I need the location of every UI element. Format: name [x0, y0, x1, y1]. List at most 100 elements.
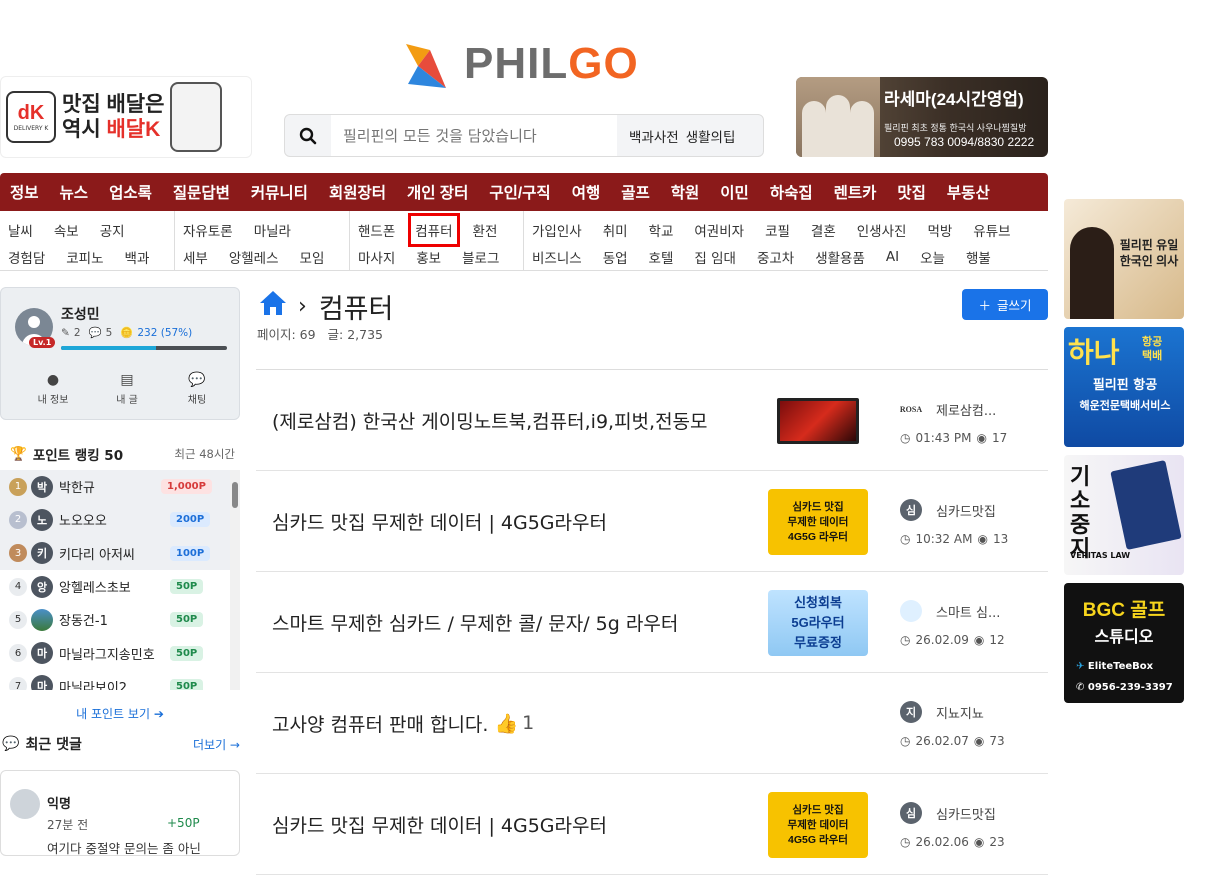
post-row[interactable]: 심카드 맛집 무제한 데이터 | 4G5G라우터 심카드 맛집 무제한 데이터 4G…	[256, 774, 1048, 875]
ranking-row[interactable]: 5 장동건-1 50P	[0, 603, 240, 636]
search-icon[interactable]	[285, 115, 331, 156]
ranking-row[interactable]: 6 마 마닐라그지송민호 50P	[0, 636, 240, 669]
menu-item[interactable]: 렌트카	[834, 181, 877, 203]
comment-card[interactable]: 익명 27분 전 +50P 여기다 중절약 문의는 좀 아닌	[0, 770, 240, 856]
sub-menu-item[interactable]: 여권비자	[694, 220, 744, 240]
post-thumbnail[interactable]: 심카드 맛집 무제한 데이터 4G5G 라우터	[768, 489, 868, 555]
menu-item[interactable]: 업소록	[109, 181, 152, 203]
sub-menu-item[interactable]: 동업	[603, 247, 628, 267]
sub-menu-item[interactable]: 자유토론	[183, 220, 233, 240]
post-title[interactable]: 스마트 무제한 심카드 / 무제한 콜/ 문자/ 5g 라우터	[272, 572, 678, 672]
ad-banner-veritas-law[interactable]: 기소중지 VERITAS LAW	[1064, 455, 1184, 575]
write-post-button[interactable]: ＋ 글쓰기	[962, 289, 1048, 320]
menu-item[interactable]: 뉴스	[60, 181, 89, 203]
quick-link-tips[interactable]: 생활의팁	[686, 126, 736, 146]
ranking-row[interactable]: 4 앙 앙헬레스초보 50P	[0, 570, 240, 603]
sub-menu-item[interactable]: 행불	[966, 247, 991, 267]
sub-menu-item[interactable]: 마사지	[358, 247, 395, 267]
post-author[interactable]: 심카드맛집	[936, 501, 996, 520]
ranking-row[interactable]: 7 마 마닐라보이2 50P	[0, 670, 240, 690]
sub-menu-item[interactable]: 앙헬레스	[229, 247, 279, 267]
menu-item[interactable]: 회원장터	[329, 181, 386, 203]
sub-menu-item[interactable]: 유튜브	[973, 220, 1010, 240]
menu-item[interactable]: 하숙집	[770, 181, 813, 203]
post-thumbnail[interactable]	[768, 388, 868, 454]
quick-link-encyclopedia[interactable]: 백과사전	[629, 126, 679, 146]
sub-menu-item[interactable]: 비즈니스	[532, 247, 582, 267]
post-title[interactable]: 심카드 맛집 무제한 데이터 | 4G5G라우터	[272, 471, 607, 571]
sub-menu-item[interactable]: 백과	[125, 247, 150, 267]
sub-menu-item[interactable]: 모임	[300, 247, 325, 267]
sub-menu-item[interactable]: 가입인사	[532, 220, 582, 240]
menu-item[interactable]: 이민	[720, 181, 749, 203]
ranking-scrollbar[interactable]	[230, 470, 240, 690]
post-author[interactable]: 심카드맛집	[936, 804, 996, 823]
sub-menu-item[interactable]: 날씨	[8, 220, 33, 240]
sub-menu-item[interactable]: 오늘	[920, 247, 945, 267]
sub-menu-item[interactable]: 취미	[603, 220, 628, 240]
ad-banner-delivery-k[interactable]: dK DELIVERY K 맛집 배달은 역시 배달K	[0, 76, 252, 158]
sub-menu-item[interactable]: 마닐라	[254, 220, 291, 240]
post-row[interactable]: (제로삼컴) 한국산 게이밍노트북,컴퓨터,i9,피벗,전동모 ROSA 제로삼…	[256, 370, 1048, 471]
menu-item[interactable]: 커뮤니티	[251, 181, 308, 203]
menu-item[interactable]: 개인 장터	[407, 181, 468, 203]
menu-item[interactable]: 부동산	[947, 181, 990, 203]
sub-menu-item[interactable]: 결혼	[811, 220, 836, 240]
ranking-row[interactable]: 2 노 노오오오 200P	[0, 503, 240, 537]
sub-menu-item[interactable]: AI	[886, 249, 899, 265]
post-row[interactable]: 심카드 맛집 무제한 데이터 | 4G5G라우터 심카드 맛집 무제한 데이터 4G…	[256, 471, 1048, 572]
post-author[interactable]: 지뇨지뇨	[936, 703, 984, 722]
sub-menu-item[interactable]: 집 임대	[694, 247, 736, 267]
ad-banner-korean-doctor[interactable]: 필리핀 유일 한국인 의사	[1064, 199, 1184, 319]
post-title[interactable]: 심카드 맛집 무제한 데이터 | 4G5G라우터	[272, 774, 607, 874]
ranking-row[interactable]: 1 박 박한규 1,000P	[0, 470, 240, 504]
sub-menu-item[interactable]: 인생사진	[857, 220, 907, 240]
post-author[interactable]: 스마트 심...	[936, 602, 1000, 621]
sub-menu-item[interactable]: 생활용품	[815, 247, 865, 267]
sub-menu-item[interactable]: 중고차	[757, 247, 794, 267]
menu-item[interactable]: 질문답변	[173, 181, 230, 203]
my-points-link[interactable]: 내 포인트 보기 ➔	[0, 705, 240, 722]
post-row[interactable]: 스마트 무제한 심카드 / 무제한 콜/ 문자/ 5g 라우터 신청회복 5G라우…	[256, 572, 1048, 673]
sub-menu-item[interactable]: 호텔	[649, 247, 674, 267]
post-title[interactable]: (제로삼컴) 한국산 게이밍노트북,컴퓨터,i9,피벗,전동모	[272, 370, 708, 470]
home-icon[interactable]	[258, 289, 288, 324]
my-posts-button[interactable]: ▤ 내 글	[97, 372, 157, 406]
sub-menu-item[interactable]: 경험담	[8, 247, 45, 267]
sub-menu-item[interactable]: 핸드폰	[358, 220, 395, 240]
comments-icon: 💬	[2, 736, 20, 752]
menu-item[interactable]: 여행	[572, 181, 601, 203]
menu-item[interactable]: 골프	[621, 181, 650, 203]
avatar: 마	[31, 675, 53, 690]
sub-menu-item[interactable]: 먹방	[927, 220, 952, 240]
menu-item[interactable]: 맛집	[897, 181, 926, 203]
site-logo[interactable]: PHILGO	[402, 32, 652, 96]
menu-item[interactable]: 학원	[671, 181, 700, 203]
sub-menu-item[interactable]: 공지	[100, 220, 125, 240]
sub-menu-item[interactable]: 환전	[473, 220, 498, 240]
more-comments-link[interactable]: 더보기 →	[193, 736, 240, 753]
post-thumbnail[interactable]: 신청회복 5G라우터 무료증정	[768, 590, 868, 656]
search-input[interactable]	[331, 115, 617, 156]
my-info-button[interactable]: ● 내 정보	[23, 372, 83, 406]
sub-menu-item-computer-active[interactable]: 컴퓨터	[408, 212, 460, 247]
ranking-row[interactable]: 3 키 키다리 아저씨 100P	[0, 536, 240, 570]
ad-banner-hana-cargo[interactable]: 하나 항공 택배 필리핀 항공 해운전문택배서비스	[1064, 327, 1184, 447]
menu-item[interactable]: 구인/구직	[489, 181, 550, 203]
ad-banner-bgc-golf[interactable]: BGC 골프 스튜디오 ✈ EliteTeeBox ✆ 0956-239-339…	[1064, 583, 1184, 703]
sub-menu-item[interactable]: 학교	[649, 220, 674, 240]
chat-button[interactable]: 💬 채팅	[167, 372, 227, 406]
sub-menu-item[interactable]: 코필	[765, 220, 790, 240]
sub-menu-group: 가입인사 취미 학교 여권비자 코필 결혼 인생사진 먹방 유튜브 비즈니스 동…	[524, 211, 1048, 271]
sub-menu-item[interactable]: 속보	[54, 220, 79, 240]
sub-menu-item[interactable]: 홍보	[416, 247, 441, 267]
sub-menu-item[interactable]: 코피노	[66, 247, 103, 267]
ad-banner-sauna[interactable]: 라세마(24시간영업) 필리핀 최초 정통 한국식 사우나찜질방 0995 78…	[796, 77, 1048, 157]
post-title[interactable]: 고사양 컴퓨터 판매 합니다. 👍 1	[272, 673, 534, 773]
post-author[interactable]: 제로삼컴...	[936, 400, 996, 419]
sub-menu-item[interactable]: 블로그	[462, 247, 499, 267]
menu-item[interactable]: 정보	[10, 181, 39, 203]
post-thumbnail[interactable]: 심카드 맛집 무제한 데이터 4G5G 라우터	[768, 792, 868, 858]
sub-menu-item[interactable]: 세부	[183, 247, 208, 267]
post-row[interactable]: 고사양 컴퓨터 판매 합니다. 👍 1 지 지뇨지뇨 ◷ 26.02.07 ◉ 73	[256, 673, 1048, 774]
